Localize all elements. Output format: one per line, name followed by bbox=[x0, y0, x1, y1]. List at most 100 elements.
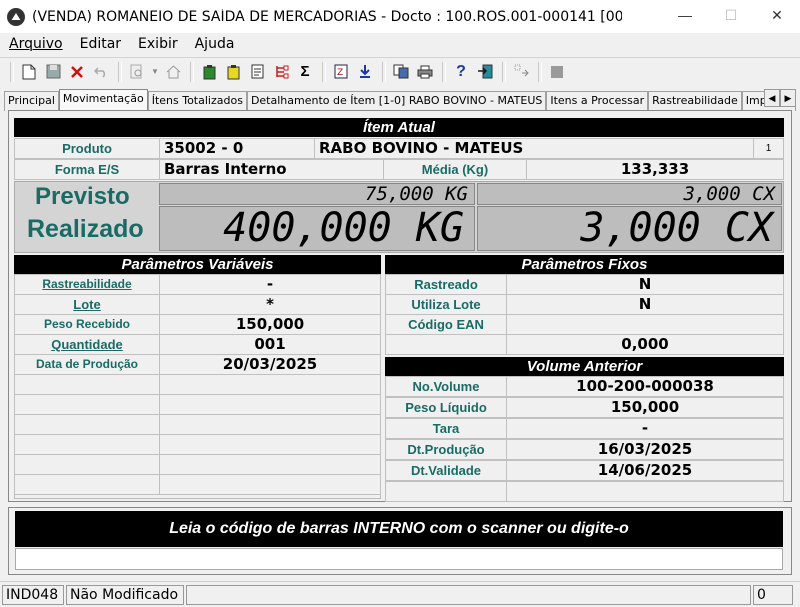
tab-rastreabilidade[interactable]: Rastreabilidade bbox=[648, 91, 742, 111]
empty-label-cell bbox=[14, 474, 160, 495]
parametros-fixos-header: Parâmetros Fixos bbox=[385, 255, 784, 274]
toolbar-grip-6[interactable] bbox=[442, 61, 446, 82]
previsto-quantidade: 3,000 CX bbox=[477, 183, 782, 205]
fixos-extra-label bbox=[385, 334, 507, 355]
tab-strip: Principal Movimentação Ítens Totalizados… bbox=[4, 89, 796, 111]
lote-label[interactable]: Lote bbox=[14, 294, 160, 315]
lote-label-text: Lote bbox=[73, 297, 101, 312]
barcode-instruction: Leia o código de barras INTERNO com o sc… bbox=[15, 511, 783, 547]
window-title: (VENDA) ROMANEIO DE SAÍDA DE MERCADORIAS… bbox=[32, 8, 622, 25]
tab-scroll-right-icon[interactable]: ▶ bbox=[780, 89, 796, 107]
barcode-input[interactable] bbox=[15, 548, 783, 570]
new-document-icon[interactable] bbox=[18, 61, 40, 83]
home-icon[interactable] bbox=[162, 61, 184, 83]
help-icon[interactable]: ? bbox=[450, 61, 472, 83]
previsto-peso: 75,000 KG bbox=[159, 183, 475, 205]
realizado-label: Realizado bbox=[27, 215, 144, 243]
minimize-button[interactable]: — bbox=[662, 0, 708, 30]
tara-value: - bbox=[506, 418, 784, 439]
barcode-message-box: Leia o código de barras INTERNO com o sc… bbox=[8, 507, 792, 575]
bottle-yellow-icon[interactable] bbox=[222, 61, 244, 83]
status-message bbox=[186, 584, 751, 605]
toolbar-grip-7[interactable] bbox=[502, 61, 506, 82]
status-code: IND048 bbox=[2, 584, 64, 605]
empty-label-cell bbox=[14, 394, 160, 415]
toolbar-grip-5[interactable] bbox=[382, 61, 386, 82]
menu-ajuda[interactable]: Ajuda bbox=[186, 36, 243, 52]
copy-icon[interactable] bbox=[390, 61, 412, 83]
quantidade-label[interactable]: Quantidade bbox=[14, 334, 160, 355]
previsto-label: Previsto bbox=[35, 183, 130, 210]
report-icon[interactable]: Z bbox=[330, 61, 352, 83]
media-kg-label: Média (Kg) bbox=[383, 159, 527, 180]
peso-recebido-value: 150,000 bbox=[159, 314, 381, 335]
document-icon[interactable] bbox=[246, 61, 268, 83]
undo-icon[interactable] bbox=[90, 61, 112, 83]
menu-bar: Arquivo Editar Exibir Ajuda bbox=[0, 33, 800, 55]
menu-arquivo[interactable]: Arquivo bbox=[0, 36, 71, 52]
status-bar: IND048 Não Modificado 0 bbox=[0, 581, 800, 607]
rastreado-label: Rastreado bbox=[385, 274, 507, 295]
utiliza-lote-value: N bbox=[506, 294, 784, 315]
print-preview-icon[interactable] bbox=[126, 61, 148, 83]
empty-label-cell bbox=[385, 481, 507, 502]
delete-icon[interactable] bbox=[66, 61, 88, 83]
app-logo-icon bbox=[7, 7, 25, 26]
download-icon[interactable] bbox=[354, 61, 376, 83]
item-atual-header: Ítem Atual bbox=[14, 118, 784, 137]
maximize-button[interactable]: ☐ bbox=[708, 0, 754, 30]
tab-itens-a-processar[interactable]: Itens a Processar bbox=[546, 91, 649, 111]
rastreabilidade-label[interactable]: Rastreabilidade bbox=[14, 274, 160, 295]
tab-principal[interactable]: Principal bbox=[4, 91, 59, 111]
tab-movimentacao[interactable]: Movimentação bbox=[58, 89, 148, 111]
bottle-green-icon[interactable] bbox=[198, 61, 220, 83]
tab-scroll-left-icon[interactable]: ◀ bbox=[764, 89, 780, 107]
lote-value: * bbox=[159, 294, 381, 315]
toolbar-grip-4[interactable] bbox=[322, 61, 326, 82]
toolbar-grip-8[interactable] bbox=[538, 61, 542, 82]
empty-value-cell bbox=[159, 474, 381, 495]
empty-value-cell bbox=[159, 394, 381, 415]
svg-text:Z: Z bbox=[337, 68, 343, 78]
dropdown-arrow-icon[interactable]: ▼ bbox=[150, 61, 160, 83]
save-icon[interactable] bbox=[42, 61, 64, 83]
exit-icon[interactable] bbox=[474, 61, 496, 83]
peso-liquido-label: Peso Líquido bbox=[385, 397, 507, 418]
toolbar-grip-2[interactable] bbox=[118, 61, 122, 82]
peso-recebido-label: Peso Recebido bbox=[14, 314, 160, 335]
stop-icon[interactable] bbox=[546, 61, 568, 83]
empty-value-cell bbox=[159, 414, 381, 435]
tab-itens-totalizados[interactable]: Ítens Totalizados bbox=[147, 91, 247, 111]
empty-value-cell bbox=[159, 434, 381, 455]
sum-icon[interactable]: Σ bbox=[294, 61, 316, 83]
peso-liquido-value: 150,000 bbox=[506, 397, 784, 418]
menu-exibir[interactable]: Exibir bbox=[129, 36, 186, 52]
produto-seq: 1 bbox=[753, 138, 784, 159]
no-volume-value: 100-200-000038 bbox=[506, 376, 784, 397]
empty-value-cell bbox=[506, 481, 784, 502]
print-icon[interactable] bbox=[414, 61, 436, 83]
close-button[interactable]: ✕ bbox=[754, 0, 800, 30]
toolbar: ▼ Σ Z ? bbox=[0, 57, 800, 85]
dt-producao-value: 16/03/2025 bbox=[506, 439, 784, 460]
toolbar-grip-3[interactable] bbox=[190, 61, 194, 82]
menu-editar-label: Editar bbox=[79, 36, 122, 52]
empty-label-cell bbox=[14, 434, 160, 455]
menu-ajuda-label: Ajuda bbox=[194, 36, 235, 52]
produto-codigo: 35002 - 0 bbox=[159, 138, 315, 159]
media-kg-value: 133,333 bbox=[526, 159, 784, 180]
status-state: Não Modificado bbox=[66, 584, 184, 605]
forma-es-label: Forma E/S bbox=[14, 159, 160, 180]
tree-icon[interactable] bbox=[270, 61, 292, 83]
tab-detalhamento-item[interactable]: Detalhamento de Ítem [1-0] RABO BOVINO -… bbox=[246, 91, 547, 111]
empty-label-cell bbox=[14, 454, 160, 475]
quantidade-label-text: Quantidade bbox=[51, 337, 123, 352]
transfer-icon[interactable] bbox=[510, 61, 532, 83]
toolbar-grip[interactable] bbox=[10, 61, 14, 82]
rastreado-value: N bbox=[506, 274, 784, 295]
menu-editar[interactable]: Editar bbox=[71, 36, 129, 52]
fixos-extra-value: 0,000 bbox=[506, 334, 784, 355]
movimentacao-panel: Ítem Atual Produto 35002 - 0 RABO BOVINO… bbox=[8, 110, 792, 502]
quantidade-value: 001 bbox=[159, 334, 381, 355]
dt-validade-value: 14/06/2025 bbox=[506, 460, 784, 481]
